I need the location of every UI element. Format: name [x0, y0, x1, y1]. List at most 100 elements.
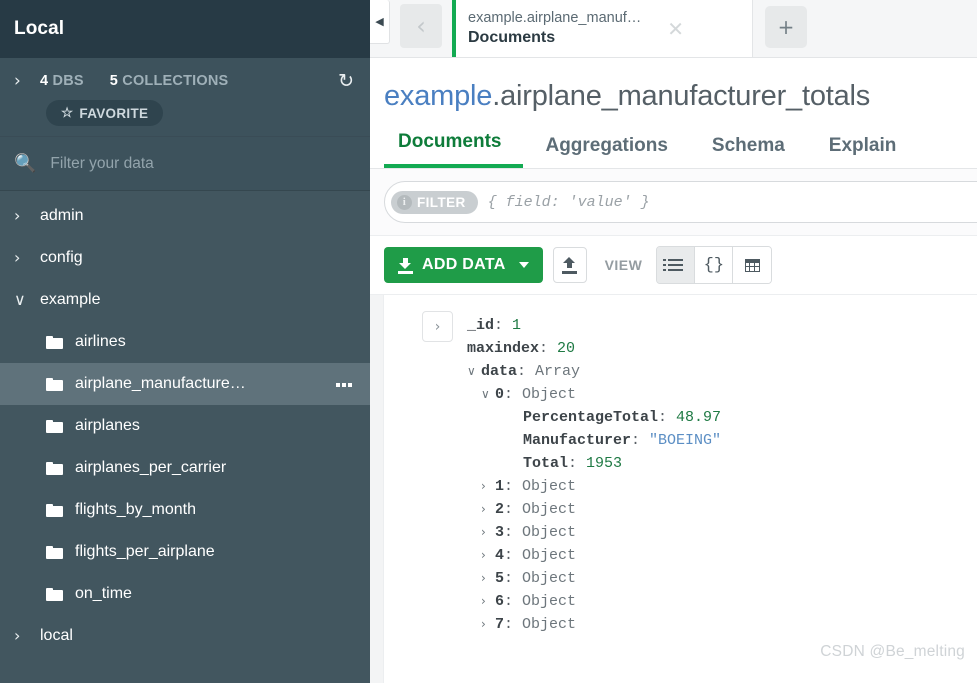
field-row[interactable]: › 2: Object [467, 498, 721, 521]
field-row[interactable]: › 1: Object [467, 475, 721, 498]
field-row[interactable]: maxindex: 20 [467, 337, 721, 360]
sidebar-collection-on-time[interactable]: on_time [0, 573, 370, 615]
field-row[interactable]: _id: 1 [467, 314, 721, 337]
refresh-icon[interactable]: ↻ [338, 71, 354, 91]
sidebar-db-local[interactable]: › local [0, 615, 370, 657]
add-data-button[interactable]: ADD DATA [384, 247, 543, 283]
field-value: Object [522, 593, 577, 610]
list-icon [663, 258, 684, 272]
sidebar-title-bar: Local [0, 0, 370, 58]
folder-icon [46, 461, 63, 475]
field-key: 6 [495, 593, 505, 610]
chevron-down-icon[interactable]: ∨ [481, 383, 495, 406]
sidebar-db-admin[interactable]: › admin [0, 195, 370, 237]
close-icon[interactable]: ✕ [667, 19, 684, 39]
field-row[interactable]: Manufacturer: "BOEING" [467, 429, 721, 452]
sidebar-collapse-button[interactable]: ◀ [370, 0, 390, 44]
filter-badge[interactable]: i FILTER [391, 190, 478, 214]
tab-subtitle: Documents [468, 29, 556, 46]
sidebar-search[interactable]: 🔍 [0, 137, 370, 191]
chevron-right-icon[interactable]: › [481, 498, 495, 521]
chevron-down-icon[interactable]: ∨ [467, 360, 481, 383]
tab-documents[interactable]: Documents [384, 131, 524, 168]
sidebar-collection-flights-per-airplane[interactable]: flights_per_airplane [0, 531, 370, 573]
document-expand-button[interactable]: › [422, 311, 453, 342]
chevron-down-icon: ∨ [14, 290, 26, 309]
collection-count: 5 [109, 73, 118, 89]
db-label: admin [40, 207, 84, 224]
field-key: Total [523, 455, 569, 472]
db-label: config [40, 249, 83, 266]
chevron-right-icon[interactable]: › [481, 590, 495, 613]
view-mode-switch: {} [656, 246, 773, 284]
chevron-right-icon[interactable]: › [14, 72, 40, 90]
tab-namespace: example.airplane_manuf… [468, 10, 642, 26]
field-value: 48.97 [676, 409, 722, 426]
field-key: 4 [495, 547, 505, 564]
collection-label: flights_by_month [75, 501, 196, 518]
sidebar-collection-airlines[interactable]: airlines [0, 321, 370, 363]
star-icon: ☆ [61, 105, 74, 120]
list-view-button[interactable] [657, 247, 696, 283]
collection-label: airplane_manufacture… [75, 375, 246, 392]
field-key: maxindex [467, 340, 540, 357]
chevron-right-icon[interactable]: › [481, 521, 495, 544]
sidebar-stats-panel: › 4 DBS 5 COLLECTIONS ↻ ☆ FAVORITE [0, 58, 370, 137]
sidebar-collection-airplane-manufacturer-totals[interactable]: airplane_manufacture… [0, 363, 370, 405]
new-tab-zone: + [752, 0, 977, 57]
chevron-right-icon[interactable]: › [481, 613, 495, 636]
collection-count-stat: 5 COLLECTIONS [110, 72, 229, 90]
filter-input-wrapper[interactable]: i FILTER { field: 'value' } [384, 181, 977, 223]
sidebar-collection-airplanes-per-carrier[interactable]: airplanes_per_carrier [0, 447, 370, 489]
chevron-right-icon[interactable]: › [481, 567, 495, 590]
sidebar-db-config[interactable]: › config [0, 237, 370, 279]
tab-aggregations[interactable]: Aggregations [523, 135, 689, 168]
field-value: Object [522, 570, 577, 587]
collection-label: airplanes_per_carrier [75, 459, 227, 476]
favorite-button[interactable]: ☆ FAVORITE [46, 100, 164, 126]
caret-left-icon: ◀ [375, 15, 384, 28]
field-key: 2 [495, 501, 505, 518]
field-key: 1 [495, 478, 505, 495]
field-row[interactable]: PercentageTotal: 48.97 [467, 406, 721, 429]
chevron-right-icon: › [14, 248, 21, 267]
field-value: Object [522, 524, 577, 541]
chevron-right-icon: › [14, 206, 21, 225]
field-row[interactable]: ∨ 0: Object [467, 383, 721, 406]
field-value: Object [522, 501, 577, 518]
chevron-right-icon[interactable]: › [481, 475, 495, 498]
field-row[interactable]: › 4: Object [467, 544, 721, 567]
view-label: VIEW [604, 257, 643, 273]
collection-label: airplanes [75, 417, 140, 434]
field-key: _id [467, 317, 495, 334]
search-input[interactable] [50, 154, 331, 173]
collection-options-menu[interactable] [334, 378, 352, 391]
app-root: Local › 4 DBS 5 COLLECTIONS ↻ ☆ FAVORITE… [0, 0, 977, 683]
sidebar-db-example[interactable]: ∨ example [0, 279, 370, 321]
field-row[interactable]: › 3: Object [467, 521, 721, 544]
json-view-button[interactable]: {} [695, 247, 734, 283]
filter-bar: i FILTER { field: 'value' } [370, 169, 977, 236]
field-row[interactable]: ∨ data: Array [467, 360, 721, 383]
field-row[interactable]: Total: 1953 [467, 452, 721, 475]
field-row[interactable]: › 5: Object [467, 567, 721, 590]
collection-label: on_time [75, 585, 132, 602]
back-button[interactable]: ‹ [400, 4, 442, 48]
filter-placeholder[interactable]: { field: 'value' } [488, 194, 650, 211]
page-title: example.airplane_manufacturer_totals [370, 58, 977, 113]
export-button[interactable] [552, 247, 587, 283]
chevron-right-icon[interactable]: › [481, 544, 495, 567]
field-row[interactable]: › 6: Object [467, 590, 721, 613]
table-view-button[interactable] [733, 247, 772, 283]
db-count-label: DBS [52, 73, 84, 89]
title-database-name[interactable]: example [384, 80, 492, 112]
workspace-tab-documents[interactable]: example.airplane_manuf… Documents ✕ [452, 0, 752, 57]
field-value: 1953 [586, 455, 623, 472]
sidebar-collection-flights-by-month[interactable]: flights_by_month [0, 489, 370, 531]
collection-content: example.airplane_manufacturer_totals Doc… [370, 58, 977, 683]
tab-schema[interactable]: Schema [690, 135, 807, 168]
tab-explain[interactable]: Explain [807, 135, 919, 168]
new-tab-button[interactable]: + [765, 6, 807, 48]
sidebar-collection-airplanes[interactable]: airplanes [0, 405, 370, 447]
field-row[interactable]: › 7: Object [467, 613, 721, 636]
